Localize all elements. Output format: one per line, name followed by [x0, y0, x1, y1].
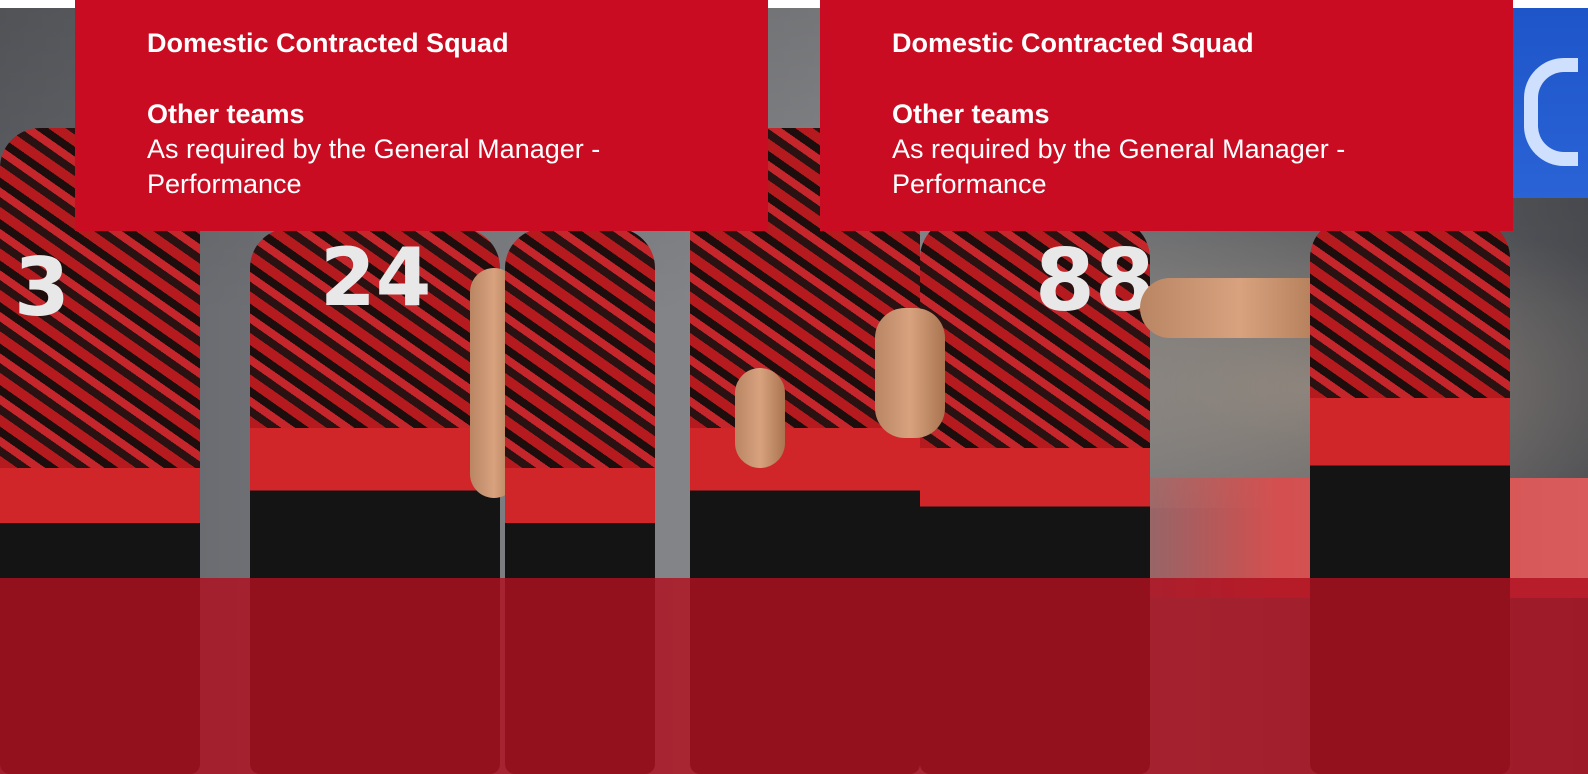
card-subheading: Other teams: [892, 99, 1050, 129]
page: 3 24 88 Domestic Contracted Squad Other …: [0, 0, 1588, 774]
player-arm: [875, 308, 945, 438]
jersey-number: 88: [1035, 231, 1150, 331]
card-heading: Domestic Contracted Squad: [892, 28, 1254, 58]
card-text: As required by the General Manager - Per…: [892, 134, 1346, 199]
player-arm: [735, 368, 785, 468]
card-subheading: Other teams: [147, 99, 305, 129]
squad-card-left: Domestic Contracted Squad Other teams As…: [75, 0, 768, 231]
blue-signboard: [1508, 8, 1588, 198]
card-heading: Domestic Contracted Squad: [147, 28, 509, 58]
jersey-number: 24: [320, 231, 432, 324]
card-text: As required by the General Manager - Per…: [147, 134, 601, 199]
bottom-red-overlay: [0, 578, 1588, 774]
jersey-number: 3: [14, 241, 70, 334]
squad-card-right: Domestic Contracted Squad Other teams As…: [820, 0, 1513, 231]
